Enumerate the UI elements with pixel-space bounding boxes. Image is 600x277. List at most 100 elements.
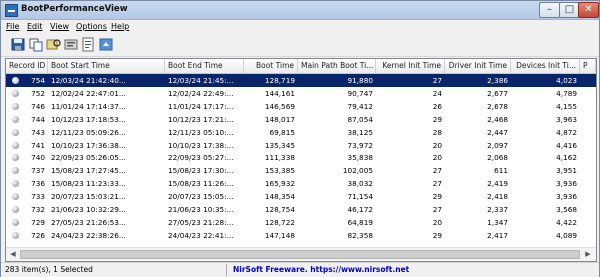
table-row[interactable]: 744 10/12/23 17:18:53... 10/12/23 17:21:..…: [6, 113, 596, 126]
cell-kernel: 20: [432, 217, 442, 227]
table-row[interactable]: 726 24/04/23 22:38:26... 24/04/23 22:41:..…: [6, 229, 596, 242]
status-separator: [226, 264, 227, 276]
table-row[interactable]: 736 15/08/23 11:23:33... 15/08/23 11:26:..…: [6, 177, 596, 190]
cell-driver: 611: [494, 166, 508, 176]
column-devices-init-time[interactable]: Devices Init Ti...: [511, 59, 580, 73]
column-p[interactable]: P: [580, 59, 596, 73]
status-item-count: 283 item(s), 1 Selected: [5, 265, 93, 274]
cell-end: 12/11/23 05:10:...: [168, 127, 234, 137]
boot-records-table[interactable]: Record ID Boot Start Time Boot End Time …: [5, 58, 597, 262]
menu-edit[interactable]: Edit: [27, 22, 43, 31]
table-row[interactable]: 740 22/09/23 05:26:05... 22/09/23 05:27:..…: [6, 151, 596, 164]
column-main-path-boot-time[interactable]: Main Path Boot Ti...: [298, 59, 376, 73]
cell-kernel: 26: [432, 101, 442, 111]
cell-driver: 2,337: [487, 205, 508, 214]
column-record-id[interactable]: Record ID: [6, 59, 48, 73]
column-boot-end-time[interactable]: Boot End Time: [165, 59, 244, 73]
table-row[interactable]: 741 10/10/23 17:36:38... 10/10/23 17:38:..…: [6, 139, 596, 152]
cell-driver: 1,347: [487, 217, 508, 227]
cell-devices: 3,951: [556, 166, 577, 176]
cell-main: 38,032: [347, 179, 373, 189]
table-row[interactable]: 754 12/03/24 21:42:40... 12/03/24 21:45:..…: [6, 74, 596, 87]
menu-view[interactable]: View: [50, 22, 69, 31]
app-window: BootPerformanceView – □ ✕ File Edit View…: [0, 0, 600, 277]
cell-devices: 3,936: [556, 179, 577, 189]
table-row[interactable]: 729 27/05/23 21:26:53... 27/05/23 21:28:..…: [6, 216, 596, 229]
cell-main: 38,125: [347, 127, 373, 137]
cell-kernel: 27: [432, 166, 442, 176]
cell-record-id: 740: [31, 153, 45, 163]
scroll-right-icon[interactable]: ▶: [582, 249, 594, 260]
cell-end: 24/04/23 22:41:...: [168, 230, 234, 240]
scroll-left-icon[interactable]: ◀: [7, 249, 19, 260]
app-icon: [5, 4, 18, 17]
copy-icon[interactable]: [28, 37, 44, 52]
title-bar[interactable]: BootPerformanceView – □ ✕: [1, 1, 599, 20]
cell-main: 90,747: [347, 88, 373, 98]
cell-boot: 135,345: [264, 140, 295, 150]
scrollbar-thumb[interactable]: [20, 250, 580, 259]
find-icon[interactable]: [46, 37, 62, 52]
refresh-icon[interactable]: [98, 37, 114, 52]
nirsoft-link[interactable]: NirSoft Freeware. https://www.nirsoft.ne…: [233, 265, 409, 274]
cell-start: 12/11/23 05:09:26...: [51, 127, 126, 137]
table-row[interactable]: 746 11/01/24 17:14:37... 11/01/24 17:17:..…: [6, 100, 596, 113]
table-row[interactable]: 733 20/07/23 15:03:21... 20/07/23 15:05:..…: [6, 190, 596, 203]
table-header: Record ID Boot Start Time Boot End Time …: [6, 59, 596, 74]
cell-driver: 2,419: [487, 179, 508, 189]
cell-main: 79,412: [347, 101, 373, 111]
status-bar: 283 item(s), 1 Selected NirSoft Freeware…: [1, 262, 599, 277]
cell-record-id: 726: [31, 230, 45, 240]
column-kernel-init-time[interactable]: Kernel Init Time: [376, 59, 445, 73]
cell-devices: 3,963: [556, 114, 577, 124]
cell-start: 15/08/23 17:27:45...: [51, 166, 126, 176]
cell-kernel: 20: [432, 153, 442, 163]
report-icon[interactable]: [80, 37, 96, 52]
maximize-button[interactable]: □: [559, 2, 580, 18]
cell-main: 73,972: [347, 140, 373, 150]
cell-end: 20/07/23 15:05:...: [168, 192, 234, 202]
column-boot-start-time[interactable]: Boot Start Time: [48, 59, 165, 73]
menu-options[interactable]: Options: [76, 22, 107, 31]
cell-devices: 4,789: [556, 88, 577, 98]
window-title: BootPerformanceView: [21, 4, 128, 14]
cell-devices: 3,568: [556, 205, 577, 214]
cell-start: 12/03/24 21:42:40...: [51, 76, 126, 85]
table-row[interactable]: 737 15/08/23 17:27:45... 15/08/23 17:30:..…: [6, 164, 596, 177]
horizontal-scrollbar[interactable]: ◀ ▶: [6, 247, 596, 261]
menu-help[interactable]: Help: [111, 22, 129, 31]
cell-record-id: 737: [31, 166, 45, 176]
cell-main: 35,838: [347, 153, 373, 163]
cell-record-id: 743: [31, 127, 45, 137]
cell-driver: 2,468: [487, 114, 508, 124]
properties-icon[interactable]: [63, 37, 79, 52]
cell-record-id: 733: [31, 192, 45, 202]
cell-record-id: 736: [31, 179, 45, 189]
cell-main: 87,054: [347, 114, 373, 124]
cell-driver: 2,068: [487, 153, 508, 163]
cell-end: 15/08/23 11:26:...: [168, 179, 234, 189]
cell-boot: 148,017: [264, 114, 295, 124]
cell-main: 102,005: [342, 166, 373, 176]
cell-driver: 2,677: [487, 88, 508, 98]
close-button[interactable]: ✕: [578, 2, 599, 18]
cell-boot: 147,148: [264, 230, 295, 240]
cell-main: 71,154: [347, 192, 373, 202]
column-boot-time[interactable]: Boot Time: [244, 59, 298, 73]
cell-main: 91,880: [347, 76, 373, 85]
save-icon[interactable]: [10, 37, 26, 52]
cell-boot: 69,815: [269, 127, 295, 137]
cell-boot: 128,719: [264, 76, 295, 85]
cell-kernel: 20: [432, 140, 442, 150]
cell-kernel: 27: [432, 205, 442, 214]
menu-file[interactable]: File: [6, 22, 19, 31]
table-row[interactable]: 743 12/11/23 05:09:26... 12/11/23 05:10:..…: [6, 126, 596, 139]
cell-devices: 4,422: [556, 217, 577, 227]
minimize-button[interactable]: –: [539, 2, 560, 18]
table-row[interactable]: 732 21/06/23 10:32:29... 21/06/23 10:35:..…: [6, 203, 596, 216]
cell-driver: 2,417: [487, 230, 508, 240]
column-driver-init-time[interactable]: Driver Init Time: [445, 59, 511, 73]
cell-boot: 128,754: [264, 205, 295, 214]
cell-start: 12/02/24 22:47:01...: [51, 88, 126, 98]
table-row[interactable]: 752 12/02/24 22:47:01... 12/02/24 22:49:..…: [6, 87, 596, 100]
